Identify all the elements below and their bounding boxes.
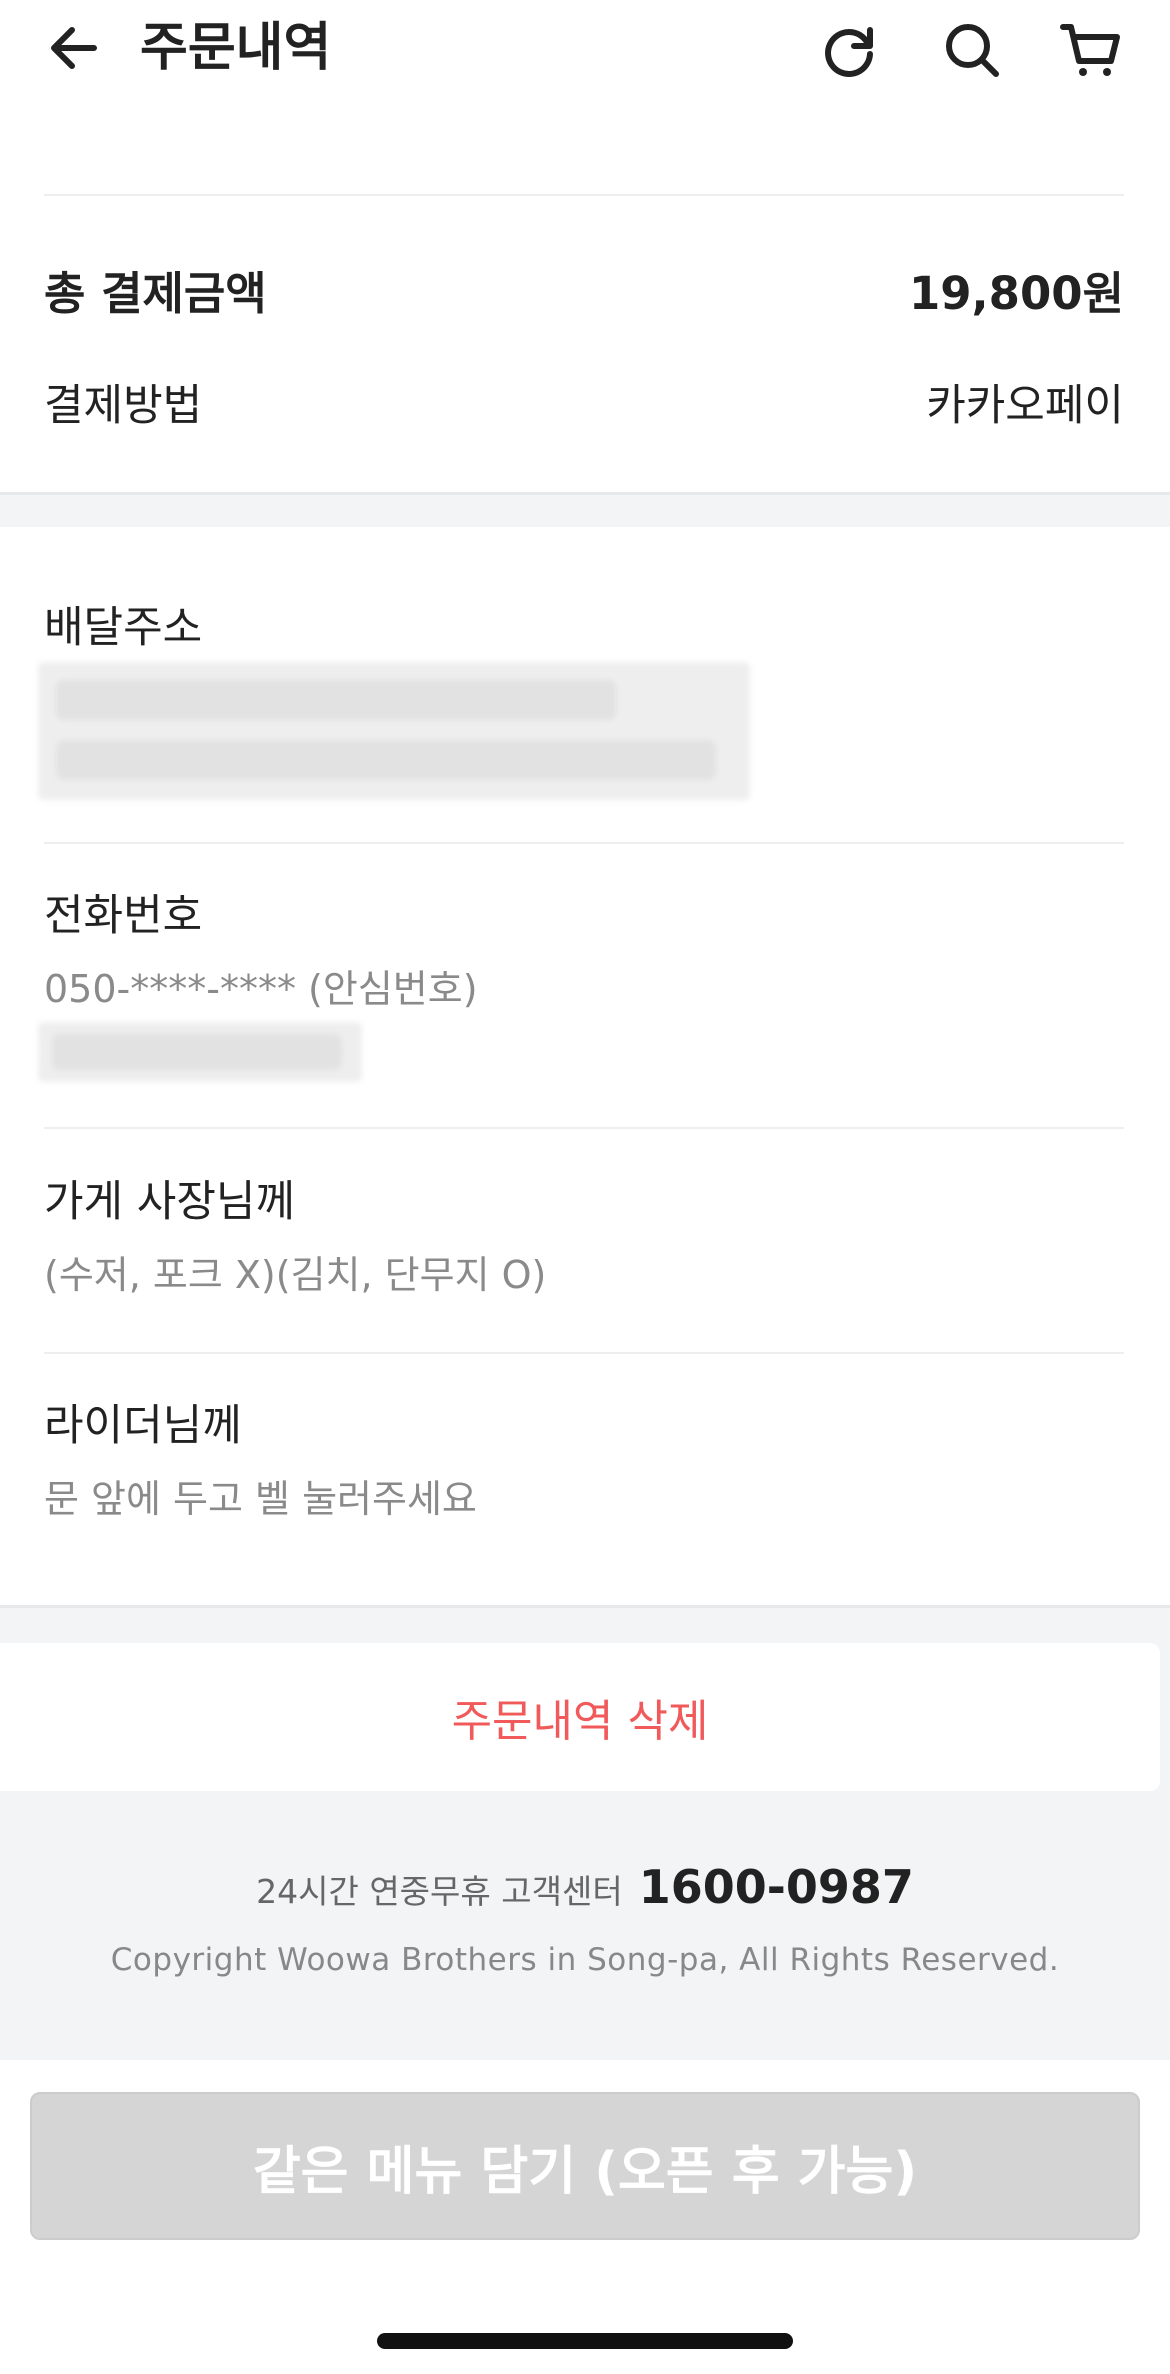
rider-note-value: 문 앞에 두고 벨 눌러주세요 (44, 1477, 477, 1521)
top-app-bar: 주문내역 (0, 0, 1170, 100)
customer-center-label: 24시간 연중무휴 고객센터 (256, 1872, 623, 1911)
refresh-icon (825, 27, 873, 77)
cart-icon (1060, 24, 1120, 76)
total-amount-row: 총 결제금액 19,800원 (44, 258, 1124, 320)
delete-order-label: 주문내역 삭제 (451, 1696, 709, 1747)
divider (44, 1127, 1124, 1129)
phone-redacted (38, 1022, 362, 1082)
customer-center: 24시간 연중무휴 고객센터 1600-0987 (0, 1860, 1170, 1914)
phone-label: 전화번호 (44, 891, 203, 941)
payment-method-label: 결제방법 (44, 381, 203, 431)
total-amount-value: 19,800원 (908, 266, 1124, 320)
search-icon (946, 24, 999, 77)
customer-center-phone[interactable]: 1600-0987 (639, 1860, 914, 1914)
payment-method-row: 결제방법 카카오페이 (44, 372, 1124, 432)
store-note-label: 가게 사장님께 (44, 1177, 296, 1227)
total-amount-label: 총 결제금액 (44, 266, 267, 320)
back-arrow-icon (51, 27, 97, 69)
phone-value: 050-****-**** (안심번호) (44, 967, 478, 1011)
rider-note-label: 라이더님께 (44, 1401, 242, 1451)
divider (44, 194, 1124, 196)
payment-method-value: 카카오페이 (926, 381, 1124, 431)
search-button[interactable] (940, 18, 1004, 82)
divider (44, 1352, 1124, 1354)
delete-order-button[interactable]: 주문내역 삭제 (0, 1643, 1160, 1791)
cart-button[interactable] (1058, 18, 1122, 82)
refresh-button[interactable] (818, 18, 882, 82)
address-label: 배달주소 (44, 603, 203, 653)
section-separator (0, 495, 1170, 527)
reorder-button[interactable]: 같은 메뉴 담기 (오픈 후 가능) (30, 2092, 1140, 2240)
copyright-text: Copyright Woowa Brothers in Song-pa, All… (110, 1942, 1060, 1978)
home-indicator[interactable] (377, 2333, 793, 2349)
divider (44, 842, 1124, 844)
page-title: 주문내역 (140, 18, 332, 78)
bottom-action-bar: 같은 메뉴 담기 (오픈 후 가능) (0, 2060, 1170, 2374)
back-button[interactable] (44, 18, 104, 78)
address-redacted (38, 662, 750, 800)
reorder-label: 같은 메뉴 담기 (오픈 후 가능) (252, 2141, 918, 2202)
store-note-value: (수저, 포크 X)(김치, 단무지 O) (44, 1253, 547, 1297)
